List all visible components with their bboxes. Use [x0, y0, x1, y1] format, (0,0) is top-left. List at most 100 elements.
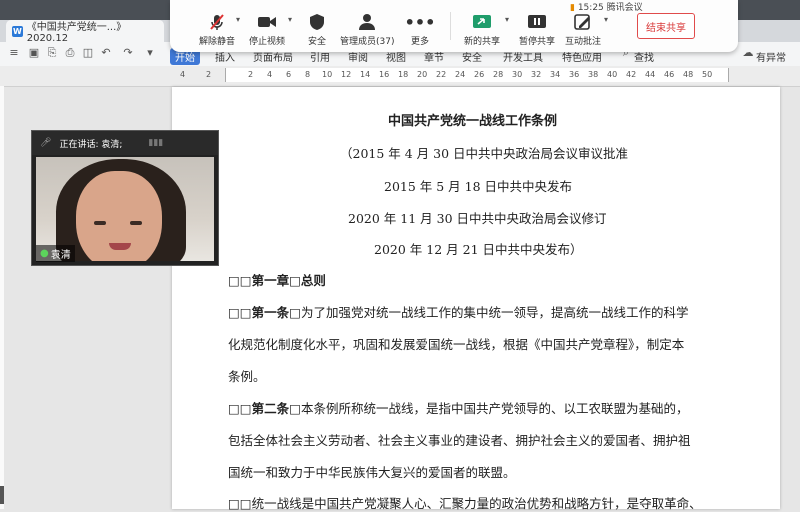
document-tab[interactable]: W 《中国共产党统一...》2020.12 — [6, 20, 164, 44]
left-marker — [0, 486, 4, 504]
dropdown-icon[interactable]: ▾ — [144, 47, 156, 59]
pause-share-button[interactable]: 暂停共享 — [519, 12, 555, 47]
ruler-tick: 26 — [474, 70, 485, 79]
annotate-button[interactable]: 互动批注 — [565, 12, 601, 47]
ruler-tick: 42 — [626, 70, 637, 79]
unmute-button[interactable]: 解除静音 — [199, 12, 235, 47]
share-screen-icon — [472, 12, 492, 32]
video-person-eye — [94, 221, 106, 225]
more-icon: ••• — [404, 12, 436, 32]
article1-line2: 化规范化制度化水平，巩固和发展爱国统一战线，根据《中国共产党章程》，制定本 — [228, 337, 685, 352]
video-camera-icon — [257, 12, 277, 32]
ruler-tick: 32 — [531, 70, 542, 79]
stop-video-label: 停止视频 — [249, 37, 286, 47]
ruler-tick: 10 — [322, 70, 333, 79]
participant-name: 袁清 — [50, 250, 71, 261]
print-icon[interactable]: ⎙ — [64, 47, 76, 59]
video-person-eye — [130, 221, 142, 225]
speaker-mic-icon: 🎤︎ — [40, 138, 52, 148]
more-label: 更多 — [410, 37, 429, 47]
ruler-tick: 28 — [493, 70, 504, 79]
article2-line2: 包括全体社会主义劳动者、社会主义事业的建设者、拥护社会主义的爱国者、拥护祖 — [228, 433, 691, 448]
ruler-tick: 46 — [664, 70, 675, 79]
video-options-caret[interactable]: ▾ — [288, 15, 292, 24]
ruler-tick: 6 — [286, 70, 292, 79]
ruler-tick: 36 — [569, 70, 580, 79]
pause-share-icon — [527, 12, 547, 32]
end-share-button[interactable]: 结束共享 — [637, 13, 695, 39]
share-options-caret[interactable]: ▾ — [505, 15, 509, 24]
ruler-tick: 38 — [588, 70, 599, 79]
meeting-toolbar: ▮ 15:25 腾讯会议 解除静音 ▾ 停止视频 ▾ 安全 管理成员(37) •… — [170, 0, 738, 52]
security-label: 安全 — [307, 37, 326, 47]
pause-share-label: 暂停共享 — [519, 37, 556, 47]
speaking-indicator: 正在讲话: 袁清; — [59, 139, 123, 150]
ruler-tick: 16 — [379, 70, 390, 79]
shield-icon — [307, 12, 327, 32]
ruler-tick: 44 — [645, 70, 656, 79]
export-icon[interactable]: ⎘ — [46, 47, 58, 59]
annotate-label: 互动批注 — [565, 37, 602, 47]
sync-status[interactable]: 有异常 — [756, 49, 786, 64]
name-mic-icon: ● — [40, 248, 49, 259]
video-header: 🎤︎ 正在讲话: 袁清; ▮▮▮ — [32, 131, 218, 155]
indent-marks: □□ — [228, 401, 252, 416]
ruler-tick: 8 — [305, 70, 311, 79]
ruler-tick: 24 — [455, 70, 466, 79]
members-icon — [357, 12, 377, 32]
ruler-tick: 12 — [341, 70, 352, 79]
ruler-tick: 4 — [267, 70, 273, 79]
ruler-tick: 34 — [550, 70, 561, 79]
article1-line1: □□第一条□为了加强党对统一战线工作的集中统一领导，提高统一战线工作的科学 — [228, 302, 688, 321]
toolbar-divider — [450, 12, 451, 40]
manage-members-button[interactable]: 管理成员(37) — [340, 12, 394, 47]
undo-icon[interactable]: ↶ — [100, 47, 112, 59]
ruler-tick: 30 — [512, 70, 523, 79]
cloud-status-icon[interactable]: ☁ — [742, 47, 754, 59]
paragraph3-line1: □□统一战线是中国共产党凝聚人心、汇聚力量的政治优势和战略方针，是夺取革命、 — [228, 493, 702, 512]
preview-icon[interactable]: ◫ — [82, 47, 94, 59]
mic-options-caret[interactable]: ▾ — [236, 15, 240, 24]
redo-icon[interactable]: ↷ — [122, 47, 134, 59]
chapter-title: 第一章□总则 — [251, 273, 326, 288]
ruler-tick: 22 — [436, 70, 447, 79]
ruler-tick: 20 — [417, 70, 428, 79]
article-number: 第一条 — [251, 305, 290, 320]
new-share-label: 新的共享 — [464, 37, 501, 47]
document-title: 中国共产党统一战线工作条例 — [388, 114, 558, 129]
more-button[interactable]: ••• 更多 — [404, 12, 436, 48]
save-icon[interactable]: ▣ — [28, 47, 40, 59]
document-meta-line: 2020 年 12 月 21 日中共中央发布） — [374, 242, 583, 257]
ruler-tick: 14 — [360, 70, 371, 79]
stop-video-button[interactable]: 停止视频 — [249, 12, 285, 47]
new-share-button[interactable]: 新的共享 — [464, 12, 500, 47]
chapter-heading: □□第一章□总则 — [228, 270, 326, 289]
article1-line3: 条例。 — [228, 369, 266, 384]
ruler-tick: 18 — [398, 70, 409, 79]
video-person-mouth — [109, 243, 131, 250]
article-number: 第二条 — [251, 401, 290, 416]
speaker-video-panel[interactable]: 🎤︎ 正在讲话: 袁清; ▮▮▮ ● 袁清 — [31, 130, 219, 266]
annotate-options-caret[interactable]: ▾ — [604, 15, 608, 24]
document-tab-title: 《中国共产党统一...》2020.12 — [26, 22, 127, 44]
security-button[interactable]: 安全 — [307, 12, 327, 47]
indent-marks: □□ — [228, 273, 252, 288]
wps-writer-icon: W — [12, 25, 23, 37]
document-meta-line: 2020 年 11 月 30 日中共中央政治局会议修订 — [348, 211, 607, 226]
left-scroll-edge — [0, 86, 4, 509]
ruler-tick: 48 — [683, 70, 694, 79]
manage-members-label: 管理成员(37) — [340, 37, 395, 47]
article-text: □为了加强党对统一战线工作的集中统一领导，提高统一战线工作的科学 — [289, 305, 689, 320]
ruler-tick: 2 — [248, 70, 254, 79]
ruler-tick: 4 — [180, 70, 186, 79]
article2-line3: 国统一和致力于中华民族伟大复兴的爱国者的联盟。 — [228, 465, 516, 480]
horizontal-ruler[interactable]: 4 2 2 4 6 8 10 12 14 16 18 20 22 24 26 2… — [0, 66, 800, 87]
article-text: □本条例所称统一战线，是指中国共产党领导的、以工农联盟为基础的， — [289, 401, 689, 416]
menu-icon[interactable]: ≡ — [8, 47, 20, 59]
audio-level-icon: ▮▮▮ — [148, 138, 164, 148]
annotate-icon — [573, 12, 593, 32]
document-meta-line: 2015 年 5 月 18 日中共中央发布 — [384, 179, 573, 194]
unmute-label: 解除静音 — [199, 37, 236, 47]
ruler-tick: 40 — [607, 70, 618, 79]
meeting-app-name: 腾讯会议 — [606, 3, 643, 13]
